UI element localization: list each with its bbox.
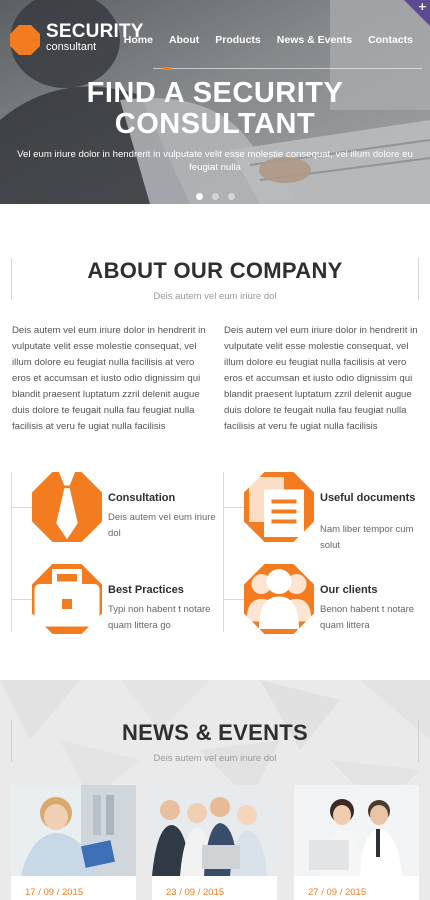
feature-title: Best Practices xyxy=(108,584,184,596)
feature-connector xyxy=(224,507,244,508)
news-date: 27 / 09 / 2015 xyxy=(308,887,367,898)
about-subtitle: Deis autem vel eum iriure dol xyxy=(153,291,277,302)
nav-active-indicator xyxy=(162,67,172,70)
feature-our-clients[interactable]: Our clients Benon habent t notare quam l… xyxy=(224,564,429,644)
news-section: NEWS & EVENTS Deis autem vel eum iriure … xyxy=(0,680,430,900)
feature-badge xyxy=(244,564,314,634)
plus-icon[interactable]: + xyxy=(418,0,427,13)
news-card[interactable]: 17 / 09 / 2015 xyxy=(11,785,136,900)
feature-title: Our clients xyxy=(320,584,378,596)
tie-icon xyxy=(32,472,102,542)
feature-title: Consultation xyxy=(108,492,176,504)
feature-connector xyxy=(224,599,244,600)
news-title: NEWS & EVENTS xyxy=(121,720,309,745)
documents-icon xyxy=(244,472,314,542)
slider-dot[interactable] xyxy=(228,193,235,200)
feature-best-practices[interactable]: Best Practices Typi non habent t notare … xyxy=(12,564,217,644)
hero-title: FIND A SECURITY CONSULTANT xyxy=(0,78,430,140)
feature-consultation[interactable]: Consultation Deis autem vel eum iriure d… xyxy=(12,472,217,552)
feature-connector xyxy=(12,599,32,600)
slider-dot[interactable] xyxy=(196,193,203,200)
feature-text: Nam liber tempor cum solut xyxy=(320,524,414,551)
feature-text: Typi non habent t notare quam littera go xyxy=(108,604,211,631)
hero-slider: + SECURITY consultant Home About Product… xyxy=(0,0,430,204)
nav-about[interactable]: About xyxy=(169,34,199,46)
nav-news-events[interactable]: News & Events xyxy=(277,34,352,46)
feature-badge xyxy=(244,472,314,542)
hero-title-line2: CONSULTANT xyxy=(114,108,316,140)
hero-text: Vel eum iriure dolor in hendrerit in vul… xyxy=(17,149,413,173)
about-column-left: Deis autem vel eum iriure dolor in hendr… xyxy=(12,325,206,432)
news-card[interactable]: 27 / 09 / 2015 xyxy=(294,785,419,900)
people-icon xyxy=(244,564,314,634)
feature-badge xyxy=(32,472,102,542)
nav-home[interactable]: Home xyxy=(124,34,153,46)
slider-dots xyxy=(196,193,235,200)
news-subtitle: Deis autem vel eum iriure dol xyxy=(153,753,277,764)
nav-contacts[interactable]: Contacts xyxy=(368,34,413,46)
feature-text: Benon habent t notare quam littera xyxy=(320,604,415,631)
feature-useful-documents[interactable]: Useful documents Nam liber tempor cum so… xyxy=(224,472,429,552)
feature-badge xyxy=(32,564,102,634)
feature-connector xyxy=(12,507,32,508)
news-image[interactable] xyxy=(152,785,277,876)
about-column-right: Deis autem vel eum iriure dolor in hendr… xyxy=(224,325,418,432)
nav-divider xyxy=(153,68,422,69)
slider-dot[interactable] xyxy=(212,193,219,200)
main-nav: Home About Products News & Events Contac… xyxy=(108,34,413,46)
news-date: 23 / 09 / 2015 xyxy=(166,887,225,898)
news-image[interactable] xyxy=(11,785,136,876)
hero-title-line1: FIND A SECURITY xyxy=(86,77,344,109)
news-date: 17 / 09 / 2015 xyxy=(25,887,84,898)
feature-text: Deis autem vel eum iriure dol xyxy=(108,512,216,539)
about-title: ABOUT OUR COMPANY xyxy=(87,258,343,283)
nav-products[interactable]: Products xyxy=(215,34,261,46)
news-card[interactable]: 23 / 09 / 2015 xyxy=(152,785,277,900)
news-image[interactable] xyxy=(294,785,419,876)
octagon-logo-icon xyxy=(10,25,40,55)
briefcase-icon xyxy=(32,564,102,634)
feature-title: Useful documents xyxy=(320,492,416,504)
